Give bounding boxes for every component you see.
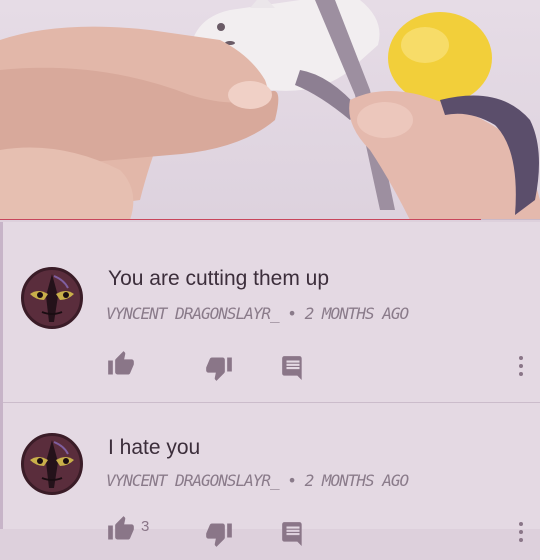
- video-frame-image: [0, 0, 540, 220]
- more-vert-icon[interactable]: [515, 354, 527, 378]
- comment-item: I hate you VYNCENT DRAGONSLAYR_ • 2 MONT…: [3, 390, 540, 560]
- avatar-image: [30, 440, 74, 488]
- comment-time: 2 MONTHS AGO: [304, 471, 410, 490]
- thumbs-down-icon[interactable]: [205, 354, 233, 382]
- thumbs-up-icon[interactable]: [107, 350, 135, 378]
- like-count: 3: [141, 518, 150, 535]
- comment-meta: VYNCENT DRAGONSLAYR_ • 2 MONTHS AGO: [106, 471, 410, 490]
- video-progress-bar[interactable]: [0, 219, 540, 220]
- comments-panel: You are cutting them up VYNCENT DRAGONSL…: [0, 222, 540, 547]
- comment-author[interactable]: VYNCENT DRAGONSLAYR_: [106, 304, 280, 323]
- comment-meta: VYNCENT DRAGONSLAYR_ • 2 MONTHS AGO: [106, 304, 410, 323]
- meta-separator: •: [287, 304, 297, 323]
- comment-time: 2 MONTHS AGO: [304, 304, 410, 323]
- video-player[interactable]: [0, 0, 540, 220]
- thumbs-down-icon[interactable]: [205, 520, 233, 548]
- comment-item: You are cutting them up VYNCENT DRAGONSL…: [3, 222, 540, 392]
- more-vert-icon[interactable]: [515, 520, 527, 544]
- comment-text: I hate you: [108, 436, 201, 459]
- comment-author[interactable]: VYNCENT DRAGONSLAYR_: [106, 471, 280, 490]
- avatar[interactable]: [21, 267, 83, 329]
- video-progress-fill: [0, 219, 481, 220]
- avatar[interactable]: [21, 433, 83, 495]
- reply-icon[interactable]: [280, 354, 308, 382]
- reply-icon[interactable]: [280, 520, 308, 548]
- thumbs-up-icon[interactable]: [107, 515, 135, 543]
- comment-text: You are cutting them up: [108, 267, 330, 290]
- meta-separator: •: [287, 471, 297, 490]
- avatar-image: [30, 274, 74, 322]
